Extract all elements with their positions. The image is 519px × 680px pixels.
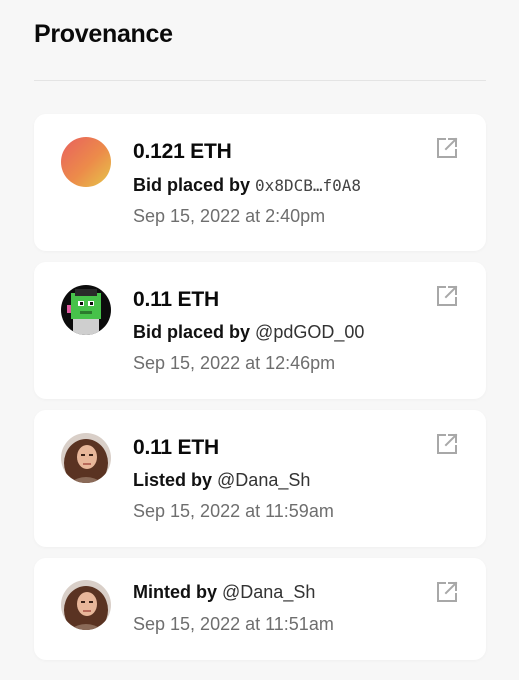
event-actor-link[interactable]: @Dana_Sh xyxy=(222,582,315,602)
external-link-icon[interactable] xyxy=(435,284,459,308)
event-price: 0.11 ETH xyxy=(133,288,219,311)
external-link-icon[interactable] xyxy=(435,136,459,160)
event-price: 0.121 ETH xyxy=(133,140,232,163)
profile-photo-avatar-icon[interactable] xyxy=(61,580,111,630)
external-link-icon[interactable] xyxy=(435,432,459,456)
event-verb: Listed by xyxy=(133,470,213,490)
event-actor-line: Minted by @Dana_Sh xyxy=(133,582,315,603)
pixel-art-avatar-icon[interactable] xyxy=(61,285,111,335)
event-actor-link[interactable]: @pdGOD_00 xyxy=(255,322,364,342)
event-verb: Minted by xyxy=(133,582,217,602)
provenance-event-card: 0.11 ETH Listed by @Dana_Sh Sep 15, 2022… xyxy=(34,410,486,547)
event-actor-link[interactable]: @Dana_Sh xyxy=(217,470,310,490)
divider xyxy=(34,80,486,81)
page-title: Provenance xyxy=(34,20,173,48)
event-actor-line: Bid placed by @pdGOD_00 xyxy=(133,322,364,343)
provenance-page: Provenance 0.121 ETH Bid placed by 0x8DC… xyxy=(0,0,519,680)
event-verb: Bid placed by xyxy=(133,175,251,195)
event-date: Sep 15, 2022 at 11:51am xyxy=(133,614,334,634)
provenance-event-card: 0.11 ETH Bid placed by @pdGOD_00 Sep 15,… xyxy=(34,262,486,399)
event-date: Sep 15, 2022 at 2:40pm xyxy=(133,206,326,226)
event-price: 0.11 ETH xyxy=(133,436,219,459)
event-date: Sep 15, 2022 at 11:59am xyxy=(133,501,334,521)
event-verb: Bid placed by xyxy=(133,322,251,342)
event-actor-link[interactable]: 0x8DCB…f0A8 xyxy=(255,176,361,195)
provenance-event-card: 0.121 ETH Bid placed by 0x8DCB…f0A8 Sep … xyxy=(34,114,486,251)
gradient-avatar-icon[interactable] xyxy=(61,137,111,187)
profile-photo-avatar-icon[interactable] xyxy=(61,433,111,483)
provenance-event-card: Minted by @Dana_Sh Sep 15, 2022 at 11:51… xyxy=(34,558,486,660)
event-actor-line: Bid placed by 0x8DCB…f0A8 xyxy=(133,175,361,196)
external-link-icon[interactable] xyxy=(435,580,459,604)
event-date: Sep 15, 2022 at 12:46pm xyxy=(133,353,336,373)
event-actor-line: Listed by @Dana_Sh xyxy=(133,470,310,491)
